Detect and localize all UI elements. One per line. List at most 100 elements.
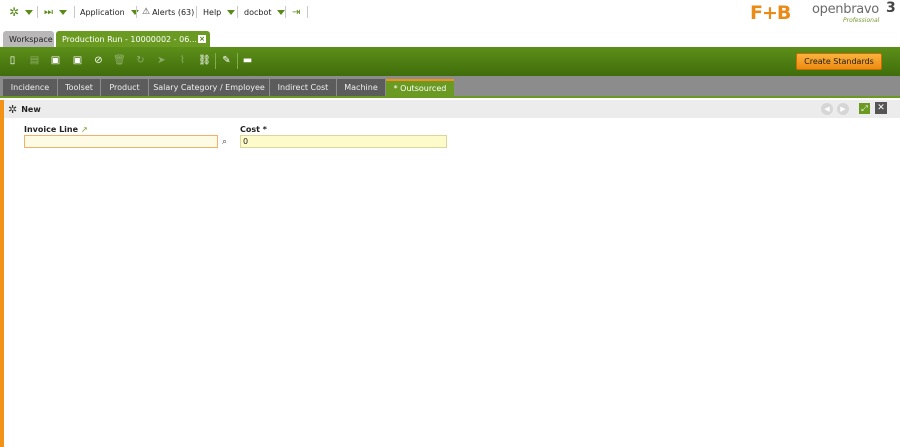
chevron-down-icon xyxy=(59,9,67,15)
tab-incidence[interactable]: Incidence xyxy=(3,79,57,96)
link-arrow-icon[interactable]: ↗ xyxy=(81,125,88,134)
tab-workspace[interactable]: Workspace xyxy=(3,31,54,47)
new-document-icon: ▯ xyxy=(9,55,16,66)
create-standards-label: Create Standards xyxy=(804,57,874,66)
new-document-button[interactable]: ▯ xyxy=(6,54,19,67)
save-close-button[interactable]: ▣ xyxy=(71,54,84,67)
nav-divider xyxy=(74,6,75,18)
tab-machine-label: Machine xyxy=(344,83,378,92)
invoice-line-input[interactable] xyxy=(24,135,218,148)
process-button[interactable]: ✎ xyxy=(220,54,233,67)
tab-indirect-cost-label: Indirect Cost xyxy=(277,83,329,92)
export-button[interactable]: ➤ xyxy=(155,54,168,67)
cost-label: Cost * xyxy=(240,125,267,134)
tab-product[interactable]: Product xyxy=(101,79,148,96)
logout-button[interactable]: ⇥ xyxy=(292,4,300,20)
invoice-line-field-label: Invoice Line ↗ xyxy=(24,125,88,134)
save-button[interactable]: ▣ xyxy=(49,54,62,67)
save-close-icon: ▣ xyxy=(72,55,83,66)
toolbar-divider xyxy=(215,53,216,69)
chevron-down-icon xyxy=(130,9,139,15)
close-form-button[interactable]: ✕ xyxy=(875,102,887,114)
logout-icon: ⇥ xyxy=(292,6,301,18)
tab-toolset-label: Toolset xyxy=(65,83,93,92)
help-menu[interactable]: Help xyxy=(203,4,236,20)
attachment-button[interactable]: ⌇ xyxy=(176,54,189,67)
invoice-line-search-button[interactable]: ⌕ xyxy=(219,135,230,148)
arrow-left-icon: ◀ xyxy=(824,105,830,113)
chevron-down-icon xyxy=(25,9,34,15)
maximize-icon: ⤢ xyxy=(861,103,868,113)
save-icon: ▣ xyxy=(50,55,61,66)
next-record-button[interactable]: ▶ xyxy=(837,103,849,115)
user-menu[interactable]: docbot xyxy=(244,4,286,20)
help-menu-label: Help xyxy=(203,7,222,17)
refresh-button[interactable]: ↻ xyxy=(134,54,147,67)
tab-production-run-label: Production Run - 10000002 - 06... xyxy=(62,34,197,44)
nav-divider xyxy=(196,6,197,18)
close-icon: ✕ xyxy=(877,103,885,113)
new-row-icon: ▤ xyxy=(29,55,40,66)
link-button[interactable]: ⛓ xyxy=(198,54,211,67)
window-tab-bar: Workspace Production Run - 10000002 - 06… xyxy=(0,30,900,47)
quick-create-menu[interactable]: ⏭ xyxy=(44,4,67,20)
product-edition: Professional xyxy=(843,17,880,24)
star-icon: ✲ xyxy=(9,5,20,19)
nav-divider xyxy=(136,6,137,18)
print-button[interactable]: ▬ xyxy=(241,54,254,67)
tab-production-run[interactable]: Production Run - 10000002 - 06... × xyxy=(56,31,210,47)
user-menu-label: docbot xyxy=(244,7,272,17)
child-tab-bar: Incidence Toolset Product Salary Categor… xyxy=(0,76,900,98)
tab-incidence-label: Incidence xyxy=(10,83,50,92)
previous-record-button[interactable]: ◀ xyxy=(821,103,833,115)
asterisk-icon: ✲ xyxy=(8,103,18,116)
invoice-line-label: Invoice Line xyxy=(24,125,79,134)
application-menu-label: Application xyxy=(80,7,125,17)
toolbar-divider xyxy=(237,53,238,69)
nav-divider xyxy=(285,6,286,18)
maximize-button[interactable]: ⤢ xyxy=(859,103,870,114)
active-view-indicator xyxy=(0,100,4,447)
alerts-link[interactable]: ⚠ Alerts (63) xyxy=(142,4,194,20)
search-icon: ⌕ xyxy=(221,136,228,147)
trash-icon: 🗑 xyxy=(113,55,126,66)
application-menu[interactable]: Application xyxy=(80,4,139,20)
close-icon[interactable]: × xyxy=(198,35,206,43)
client-logo: F+B xyxy=(750,2,791,24)
nav-divider xyxy=(307,6,308,18)
tools-icon: ✎ xyxy=(222,55,231,66)
product-name: openbravo xyxy=(812,2,879,17)
tab-toolset[interactable]: Toolset xyxy=(58,79,100,96)
tab-salary-category-label: Salary Category / Employee xyxy=(153,83,265,92)
arrow-right-icon: ▶ xyxy=(840,105,846,113)
export-icon: ➤ xyxy=(157,55,166,66)
new-row-button[interactable]: ▤ xyxy=(28,54,41,67)
fast-forward-icon: ⏭ xyxy=(44,6,53,18)
openbravo-logo: openbravo 3 Professional xyxy=(812,0,896,26)
form-status-label: New xyxy=(21,105,41,114)
cancel-icon: ⊘ xyxy=(94,55,103,66)
nav-divider xyxy=(37,6,38,18)
tab-product-label: Product xyxy=(109,83,140,92)
nav-divider xyxy=(237,6,238,18)
refresh-icon: ↻ xyxy=(136,55,145,66)
cost-input[interactable] xyxy=(240,135,447,148)
form-status-bar: ✲ New ◀ ▶ ⤢ ✕ xyxy=(4,100,900,118)
cost-field-label: Cost * xyxy=(240,125,267,134)
warning-icon: ⚠ xyxy=(142,7,151,17)
top-navigation-bar: ✲ ⏭ Application ⚠ Alerts (63) Help docbot… xyxy=(0,0,900,30)
delete-button[interactable]: 🗑 xyxy=(113,54,126,67)
tab-machine[interactable]: Machine xyxy=(337,79,385,96)
create-standards-button[interactable]: Create Standards xyxy=(796,53,882,70)
form-toolbar: ▯ ▤ ▣ ▣ ⊘ 🗑 ↻ ➤ ⌇ ⛓ ✎ ▬ Create Standards xyxy=(0,47,900,76)
link-icon: ⛓ xyxy=(198,55,211,66)
tab-outsourced[interactable]: * Outsourced xyxy=(386,79,454,96)
undo-button[interactable]: ⊘ xyxy=(92,54,105,67)
tab-salary-category-employee[interactable]: Salary Category / Employee xyxy=(149,79,269,96)
chevron-down-icon xyxy=(227,9,236,15)
quick-launch-menu[interactable]: ✲ xyxy=(9,4,34,20)
tab-workspace-label: Workspace xyxy=(9,34,53,44)
tab-indirect-cost[interactable]: Indirect Cost xyxy=(270,79,336,96)
alerts-label: Alerts (63) xyxy=(152,7,195,17)
form-status: ✲ New xyxy=(8,103,41,116)
